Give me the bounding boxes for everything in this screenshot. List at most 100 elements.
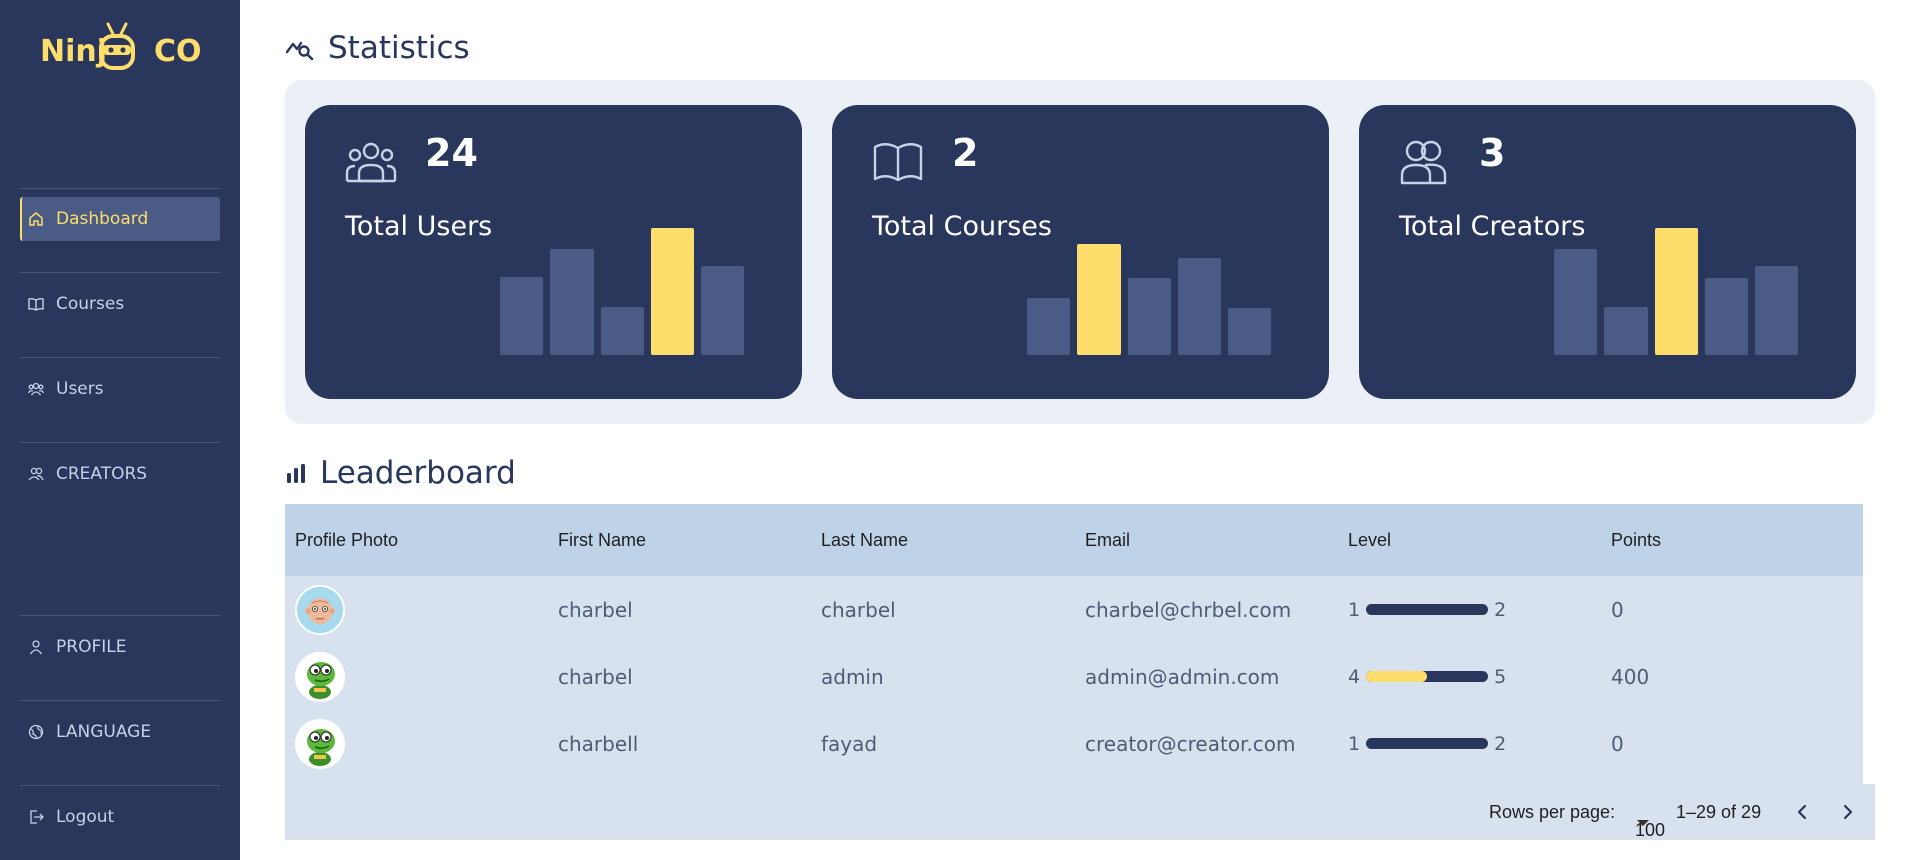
two-users-icon	[1399, 139, 1451, 189]
sidebar-item-language[interactable]: LANGUAGE	[20, 710, 220, 754]
level-progress-bar	[1366, 604, 1489, 615]
column-header-last-name[interactable]: Last Name	[821, 504, 908, 576]
table-row[interactable]: charbel admin admin@admin.com 4 5 400	[285, 643, 1863, 710]
total-courses-label: Total Courses	[872, 211, 1052, 242]
points-cell: 0	[1611, 597, 1624, 622]
sidebar-item-creators[interactable]: CREATORS	[20, 452, 220, 496]
chart-search-icon	[286, 36, 314, 60]
logo-text-right: CO	[154, 34, 202, 69]
level-to: 2	[1494, 598, 1507, 621]
points-cell: 400	[1611, 664, 1650, 689]
leaderboard-table: Profile Photo First Name Last Name Email…	[285, 504, 1875, 840]
users-bar-graphic	[500, 228, 744, 355]
column-header-first-name[interactable]: First Name	[558, 504, 646, 576]
column-header-profile-photo[interactable]: Profile Photo	[295, 504, 398, 576]
level-to: 2	[1494, 732, 1507, 755]
total-creators-value: 3	[1479, 131, 1506, 175]
stat-card-users: 24 Total Users	[305, 105, 802, 399]
last-name-cell: fayad	[821, 731, 878, 756]
globe-icon	[28, 724, 44, 740]
book-icon	[28, 296, 44, 312]
chevron-right-icon	[1843, 804, 1853, 820]
sidebar-item-dashboard[interactable]: Dashboard	[20, 197, 220, 241]
logout-icon	[28, 809, 44, 825]
statistics-panel: 24 Total Users 2 Total Courses 3 Total C…	[285, 80, 1875, 424]
app-root: Ninj CO Dashboard Courses Users CREATORS…	[0, 0, 1920, 860]
level-cell: 1 2	[1348, 710, 1506, 777]
first-name-cell: charbel	[558, 597, 633, 622]
creators-icon	[28, 466, 44, 482]
sidebar-item-label: Logout	[56, 807, 115, 827]
email-cell: charbel@chrbel.com	[1085, 597, 1292, 622]
sidebar-item-profile[interactable]: PROFILE	[20, 625, 220, 669]
first-name-cell: charbel	[558, 664, 633, 689]
level-to: 5	[1494, 665, 1507, 688]
points-cell: 0	[1611, 731, 1624, 756]
rows-per-page-label: Rows per page:	[1489, 802, 1616, 822]
open-book-icon	[872, 139, 924, 189]
total-courses-value: 2	[952, 131, 979, 175]
vertical-scrollbar[interactable]	[1863, 504, 1875, 784]
total-users-label: Total Users	[345, 211, 493, 242]
table-row[interactable]: charbell fayad creator@creator.com 1 2 0	[285, 710, 1863, 777]
table-header-row: Profile Photo First Name Last Name Email…	[285, 504, 1863, 576]
leaderboard-heading: Leaderboard	[286, 455, 516, 491]
sidebar-item-courses[interactable]: Courses	[20, 282, 220, 326]
main-content: Statistics 24 Total Users 2 Total Course…	[240, 0, 1920, 860]
column-header-level[interactable]: Level	[1348, 504, 1391, 576]
pagination-range: 1–29 of 29	[1676, 802, 1762, 822]
level-progress-bar	[1366, 738, 1489, 749]
level-cell: 4 5	[1348, 643, 1506, 710]
statistics-title: Statistics	[328, 30, 470, 66]
sidebar-item-label: Dashboard	[56, 209, 149, 229]
sidebar-item-label: Users	[56, 379, 104, 399]
home-icon	[28, 211, 44, 227]
total-users-value: 24	[425, 131, 478, 175]
bald-avatar	[295, 585, 345, 635]
bar-chart-icon	[286, 463, 306, 483]
caret-down-icon	[1637, 820, 1649, 826]
level-progress-fill	[1366, 671, 1428, 682]
first-name-cell: charbell	[558, 731, 639, 756]
nav-divider	[20, 357, 220, 358]
nav-divider	[20, 785, 220, 786]
level-progress-bar	[1366, 671, 1489, 682]
level-cell: 1 2	[1348, 576, 1506, 643]
level-from: 1	[1348, 732, 1361, 755]
stat-card-creators: 3 Total Creators	[1359, 105, 1856, 399]
courses-bar-graphic	[1027, 244, 1271, 355]
table-pagination: Rows per page: 100 1–29 of 29	[285, 784, 1875, 840]
last-name-cell: admin	[821, 664, 884, 689]
email-cell: admin@admin.com	[1085, 664, 1280, 689]
leaderboard-title: Leaderboard	[320, 455, 516, 491]
sidebar: Ninj CO Dashboard Courses Users CREATORS…	[0, 0, 240, 860]
level-from: 1	[1348, 598, 1361, 621]
creators-bar-graphic	[1554, 228, 1798, 355]
column-header-email[interactable]: Email	[1085, 504, 1130, 576]
user-icon	[28, 639, 44, 655]
nav-divider	[20, 272, 220, 273]
table-row[interactable]: charbel charbel charbel@chrbel.com 1 2 0	[285, 576, 1863, 643]
nav-divider	[20, 188, 220, 189]
stat-card-courses: 2 Total Courses	[832, 105, 1329, 399]
users-icon	[28, 381, 44, 397]
sidebar-item-label: CREATORS	[56, 464, 148, 484]
nav-divider	[20, 700, 220, 701]
last-name-cell: charbel	[821, 597, 896, 622]
email-cell: creator@creator.com	[1085, 731, 1296, 756]
sidebar-item-label: Courses	[56, 294, 125, 314]
sidebar-item-logout[interactable]: Logout	[20, 795, 220, 839]
sidebar-item-label: LANGUAGE	[56, 722, 152, 742]
ninjaco-logo[interactable]: Ninj CO	[40, 18, 202, 74]
column-header-points[interactable]: Points	[1611, 504, 1661, 576]
next-page-button[interactable]	[1834, 798, 1862, 826]
nav-divider	[20, 615, 220, 616]
turtle-avatar	[295, 719, 345, 769]
sidebar-item-label: PROFILE	[56, 637, 127, 657]
nav-divider	[20, 442, 220, 443]
statistics-heading: Statistics	[286, 30, 470, 66]
logo-text-left: Ninj	[40, 34, 108, 69]
previous-page-button[interactable]	[1788, 798, 1816, 826]
level-from: 4	[1348, 665, 1361, 688]
sidebar-item-users[interactable]: Users	[20, 367, 220, 411]
